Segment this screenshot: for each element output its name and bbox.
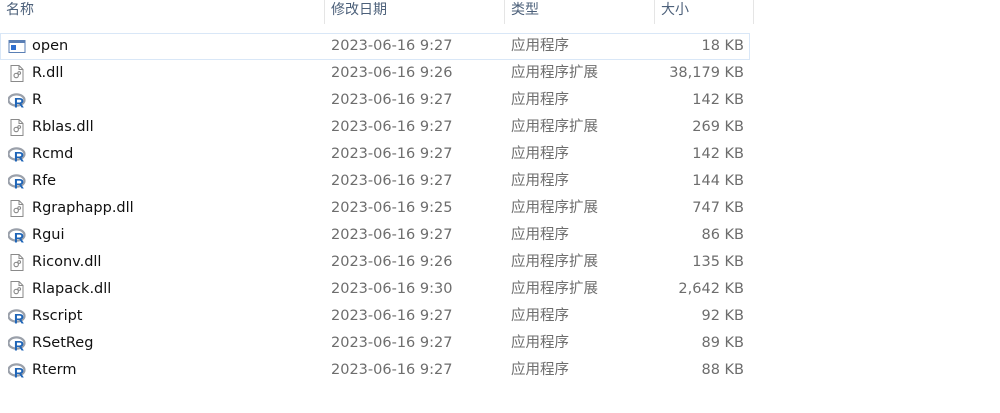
svg-text:R: R xyxy=(14,176,24,191)
file-name: Rlapack.dll xyxy=(32,281,112,297)
r-logo-icon: R xyxy=(7,173,26,192)
file-type: 应用程序 xyxy=(511,362,569,378)
file-size: 88 KB xyxy=(701,362,744,378)
file-date-modified: 2023-06-16 9:27 xyxy=(331,119,453,135)
file-size: 2,642 KB xyxy=(678,281,744,297)
file-date-modified: 2023-06-16 9:27 xyxy=(331,308,453,324)
file-row[interactable]: R Rfe 2023-06-16 9:27 应用程序 144 KB xyxy=(0,168,750,195)
file-date-modified: 2023-06-16 9:26 xyxy=(331,254,453,270)
dll-file-icon xyxy=(8,119,26,136)
file-name: R xyxy=(32,92,43,108)
file-date-modified: 2023-06-16 9:26 xyxy=(331,65,453,81)
svg-text:R: R xyxy=(14,338,24,353)
file-type: 应用程序扩展 xyxy=(511,200,598,216)
svg-text:R: R xyxy=(14,149,24,164)
file-row[interactable]: Riconv.dll 2023-06-16 9:26 应用程序扩展 135 KB xyxy=(0,249,750,276)
dll-file-icon xyxy=(8,65,26,82)
file-type: 应用程序 xyxy=(511,173,569,189)
file-name: Riconv.dll xyxy=(32,254,102,270)
column-header-size[interactable]: 大小 xyxy=(655,0,754,24)
file-date-modified: 2023-06-16 9:27 xyxy=(331,38,453,54)
file-name: Rterm xyxy=(32,362,77,378)
file-row[interactable]: Rblas.dll 2023-06-16 9:27 应用程序扩展 269 KB xyxy=(0,114,750,141)
dll-file-icon xyxy=(8,254,26,271)
file-name: Rcmd xyxy=(32,146,74,162)
file-row[interactable]: R Rscript 2023-06-16 9:27 应用程序 92 KB xyxy=(0,303,750,330)
file-row[interactable]: open 2023-06-16 9:27 应用程序 18 KB xyxy=(0,33,750,60)
column-header-name[interactable]: 名称 xyxy=(0,0,325,24)
svg-text:R: R xyxy=(14,230,24,245)
file-row[interactable]: Rlapack.dll 2023-06-16 9:30 应用程序扩展 2,642 KB xyxy=(0,276,750,303)
file-size: 86 KB xyxy=(701,227,744,243)
file-type: 应用程序 xyxy=(511,38,569,54)
file-type: 应用程序 xyxy=(511,92,569,108)
dll-file-icon xyxy=(8,281,26,298)
file-date-modified: 2023-06-16 9:27 xyxy=(331,92,453,108)
file-type: 应用程序扩展 xyxy=(511,119,598,135)
file-size: 89 KB xyxy=(701,335,744,351)
file-date-modified: 2023-06-16 9:27 xyxy=(331,146,453,162)
file-date-modified: 2023-06-16 9:27 xyxy=(331,173,453,189)
file-date-modified: 2023-06-16 9:25 xyxy=(331,200,453,216)
column-header-type[interactable]: 类型 xyxy=(505,0,655,24)
file-row[interactable]: R Rterm 2023-06-16 9:27 应用程序 88 KB xyxy=(0,357,750,384)
file-name: R.dll xyxy=(32,65,64,81)
file-name: Rblas.dll xyxy=(32,119,94,135)
r-logo-icon: R xyxy=(7,362,26,381)
svg-text:R: R xyxy=(14,365,24,380)
file-row[interactable]: Rgraphapp.dll 2023-06-16 9:25 应用程序扩展 747 KB xyxy=(0,195,750,222)
svg-text:R: R xyxy=(14,311,24,326)
file-size: 144 KB xyxy=(692,173,744,189)
file-row[interactable]: R RSetReg 2023-06-16 9:27 应用程序 89 KB xyxy=(0,330,750,357)
file-name: Rgraphapp.dll xyxy=(32,200,134,216)
file-size: 135 KB xyxy=(692,254,744,270)
file-type: 应用程序扩展 xyxy=(511,281,598,297)
app-window-icon xyxy=(8,38,26,55)
dll-file-icon xyxy=(8,200,26,217)
file-type: 应用程序 xyxy=(511,146,569,162)
file-list: open 2023-06-16 9:27 应用程序 18 KB R.dll 2023-06… xyxy=(0,33,760,384)
file-name: RSetReg xyxy=(32,335,94,351)
file-size: 38,179 KB xyxy=(669,65,744,81)
r-logo-icon: R xyxy=(7,335,26,354)
file-name: open xyxy=(32,38,69,54)
column-header-date-modified[interactable]: 修改日期 xyxy=(325,0,505,24)
file-type: 应用程序扩展 xyxy=(511,65,598,81)
file-explorer: 名称 修改日期 类型 大小 open 2023-06-16 9:27 应用程序 18 … xyxy=(0,0,1000,413)
file-date-modified: 2023-06-16 9:27 xyxy=(331,227,453,243)
file-name: Rscript xyxy=(32,308,83,324)
file-size: 142 KB xyxy=(692,92,744,108)
r-logo-icon: R xyxy=(7,308,26,327)
file-date-modified: 2023-06-16 9:27 xyxy=(331,362,453,378)
r-logo-icon: R xyxy=(7,146,26,165)
file-name: Rfe xyxy=(32,173,57,189)
file-size: 142 KB xyxy=(692,146,744,162)
file-name: Rgui xyxy=(32,227,65,243)
file-row[interactable]: R Rcmd 2023-06-16 9:27 应用程序 142 KB xyxy=(0,141,750,168)
file-row[interactable]: R.dll 2023-06-16 9:26 应用程序扩展 38,179 KB xyxy=(0,60,750,87)
file-size: 269 KB xyxy=(692,119,744,135)
svg-text:R: R xyxy=(14,95,24,110)
file-date-modified: 2023-06-16 9:27 xyxy=(331,335,453,351)
file-size: 18 KB xyxy=(701,38,744,54)
r-logo-icon: R xyxy=(7,92,26,111)
column-header: 名称 修改日期 类型 大小 xyxy=(0,0,755,24)
file-type: 应用程序 xyxy=(511,335,569,351)
file-row[interactable]: R Rgui 2023-06-16 9:27 应用程序 86 KB xyxy=(0,222,750,249)
file-type: 应用程序 xyxy=(511,227,569,243)
file-size: 92 KB xyxy=(701,308,744,324)
file-type: 应用程序 xyxy=(511,308,569,324)
file-row[interactable]: R R 2023-06-16 9:27 应用程序 142 KB xyxy=(0,87,750,114)
file-date-modified: 2023-06-16 9:30 xyxy=(331,281,453,297)
file-type: 应用程序扩展 xyxy=(511,254,598,270)
r-logo-icon: R xyxy=(7,227,26,246)
file-size: 747 KB xyxy=(692,200,744,216)
